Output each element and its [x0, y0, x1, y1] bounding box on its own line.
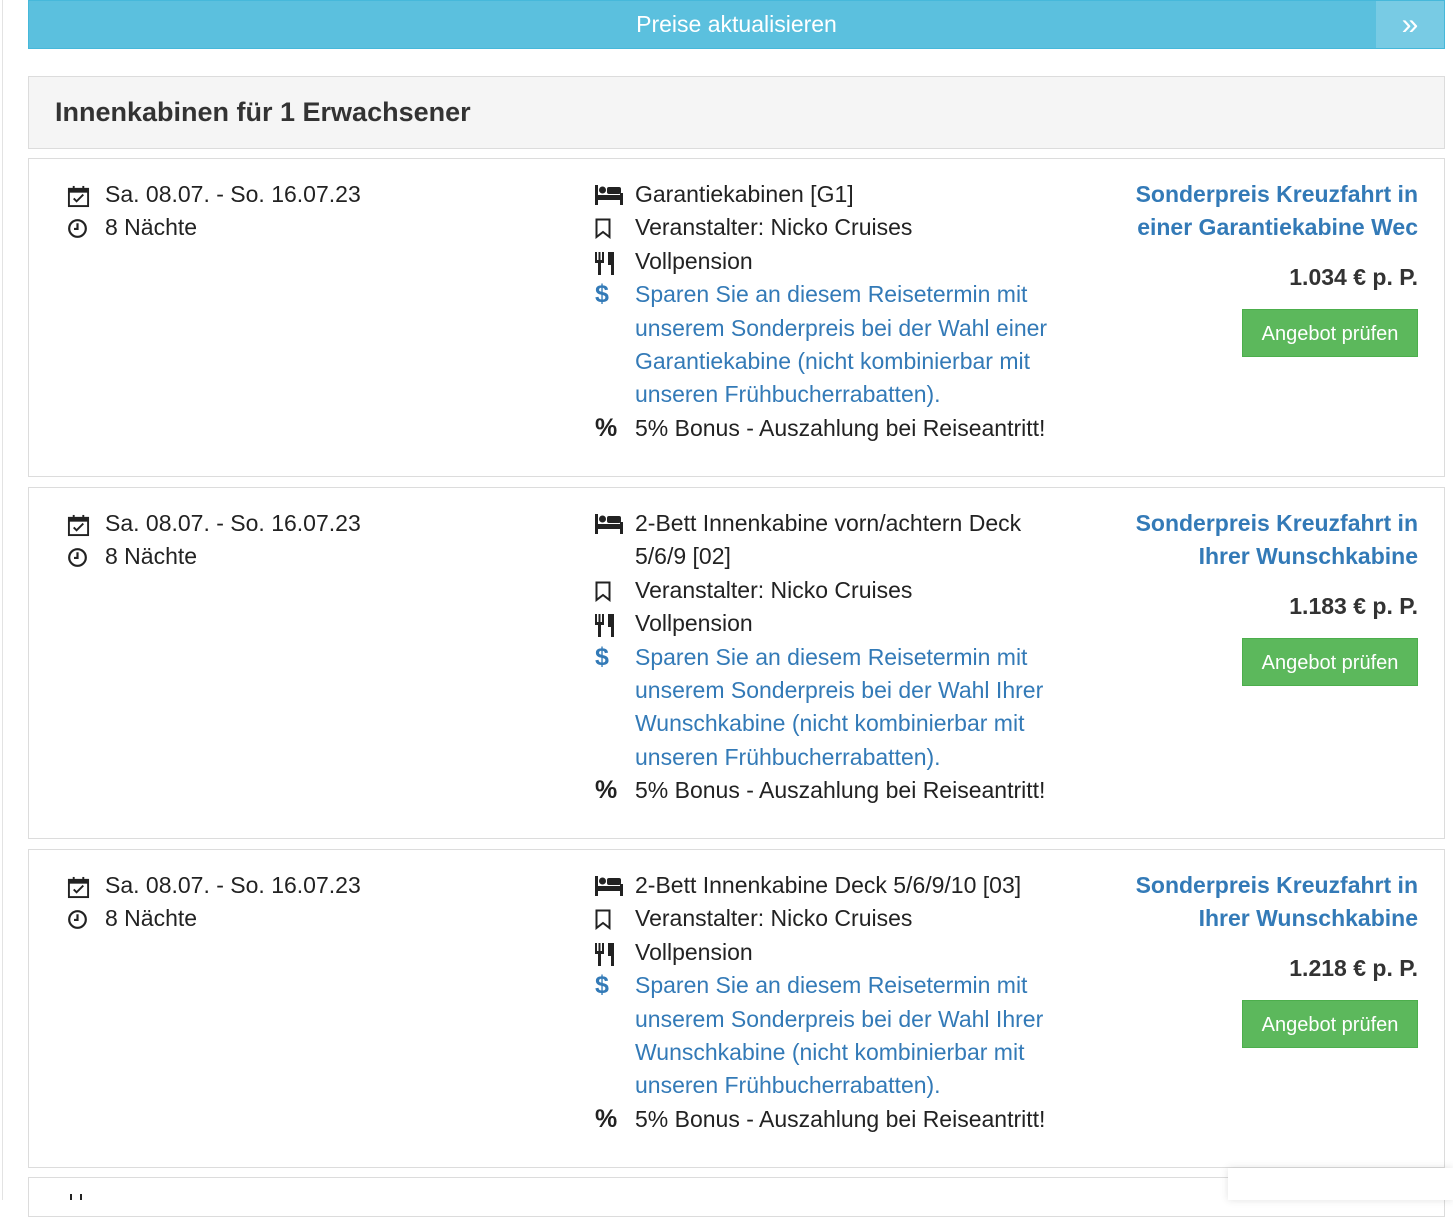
offer-title-line-1: Sonderpreis Kreuzfahrt in — [1135, 872, 1418, 898]
calendar-check-icon — [67, 178, 105, 208]
percent-icon: % — [595, 413, 618, 442]
clock-icon — [67, 211, 105, 239]
update-prices-button[interactable]: Preise aktualisieren » — [28, 0, 1445, 49]
page-left-border — [2, 0, 3, 1200]
offer-title-link[interactable]: Sonderpreis Kreuzfahrt in Ihrer Wunschka… — [1088, 869, 1418, 936]
offer-card: Sa. 08.07. - So. 16.07.23 8 Nächte Garan… — [28, 158, 1445, 477]
floating-widget-edge — [1228, 1168, 1453, 1200]
operator: Veranstalter: Nicko Cruises — [635, 576, 913, 603]
board-type: Vollpension — [635, 247, 753, 274]
bonus-note: 5% Bonus - Auszahlung bei Reiseantritt! — [635, 777, 1046, 804]
saving-note: Sparen Sie an diesem Reisetermin mit uns… — [635, 972, 1044, 1099]
offer-dates-column: Sa. 08.07. - So. 16.07.23 8 Nächte — [67, 507, 361, 574]
offer-title-line-1: Sonderpreis Kreuzfahrt in — [1135, 510, 1418, 536]
offer-title-line-2: einer Garantiekabine Wec — [1137, 214, 1418, 241]
nights-count: 8 Nächte — [105, 905, 198, 932]
offer-price: 1.218 € p. P. — [1289, 954, 1418, 981]
saving-note: Sparen Sie an diesem Reisetermin mit uns… — [635, 643, 1044, 770]
dollar-icon: $ — [595, 642, 609, 671]
clock-icon — [67, 540, 105, 568]
bookmark-icon — [595, 902, 635, 931]
offer-price-column: Sonderpreis Kreuzfahrt in Ihrer Wunschka… — [1088, 869, 1418, 1048]
operator: Veranstalter: Nicko Cruises — [635, 214, 913, 241]
offer-card: Sa. 08.07. - So. 16.07.23 8 Nächte 2-Bet… — [28, 487, 1445, 839]
cutlery-icon — [595, 607, 635, 638]
section-header: Innenkabinen für 1 Erwachsener — [28, 76, 1445, 149]
dollar-icon: $ — [595, 971, 609, 1000]
travel-dates: Sa. 08.07. - So. 16.07.23 — [105, 872, 361, 898]
offer-price-column: Sonderpreis Kreuzfahrt in Ihrer Wunschka… — [1088, 507, 1418, 686]
bookmark-icon — [595, 574, 635, 602]
offer-title-line-2: Ihrer Wunschkabine — [1198, 905, 1418, 932]
cabin-type: Garantiekabinen [G1] — [635, 181, 854, 207]
bed-icon — [595, 178, 635, 205]
bonus-note: 5% Bonus - Auszahlung bei Reiseantritt! — [635, 414, 1046, 441]
nights-count: 8 Nächte — [105, 543, 198, 570]
double-chevron-right-icon[interactable]: » — [1376, 1, 1444, 48]
dollar-icon: $ — [595, 280, 609, 309]
check-offer-button[interactable]: Angebot prüfen — [1242, 999, 1418, 1048]
cutlery-icon — [595, 936, 635, 966]
offer-dates-column: Sa. 08.07. - So. 16.07.23 8 Nächte — [67, 869, 361, 936]
offer-dates-column: Sa. 08.07. - So. 16.07.23 8 Nächte — [67, 178, 361, 245]
offer-details-column: 2-Bett Innenkabine Deck 5/6/9/10 [03] Ve… — [595, 869, 1065, 1136]
offer-title-link[interactable]: Sonderpreis Kreuzfahrt in einer Garantie… — [1088, 178, 1418, 245]
check-offer-button[interactable]: Angebot prüfen — [1242, 637, 1418, 686]
clock-icon — [67, 902, 105, 930]
update-prices-label: Preise aktualisieren — [636, 11, 837, 37]
bookmark-icon — [595, 211, 635, 240]
bonus-note: 5% Bonus - Auszahlung bei Reiseantritt! — [635, 1105, 1046, 1132]
travel-dates: Sa. 08.07. - So. 16.07.23 — [105, 510, 361, 536]
offer-details-column: 2-Bett Innenkabine vorn/achtern Deck 5/6… — [595, 507, 1065, 808]
cabin-type: 2-Bett Innenkabine vorn/achtern Deck 5/6… — [635, 510, 1022, 570]
calendar-check-icon — [67, 507, 105, 537]
percent-icon: % — [595, 1104, 618, 1133]
travel-dates: Sa. 08.07. - So. 16.07.23 — [105, 181, 361, 207]
calendar-check-icon — [70, 1194, 82, 1200]
nights-count: 8 Nächte — [105, 214, 198, 241]
offer-title-link[interactable]: Sonderpreis Kreuzfahrt in Ihrer Wunschka… — [1088, 507, 1418, 574]
cabin-type: 2-Bett Innenkabine Deck 5/6/9/10 [03] — [635, 872, 1022, 898]
bed-icon — [595, 507, 635, 534]
operator: Veranstalter: Nicko Cruises — [635, 905, 913, 932]
calendar-check-icon — [67, 869, 105, 899]
offer-details-column: Garantiekabinen [G1] Veranstalter: Nicko… — [595, 178, 1065, 445]
board-type: Vollpension — [635, 938, 753, 965]
bed-icon — [595, 869, 635, 896]
percent-icon: % — [595, 776, 618, 805]
cutlery-icon — [595, 245, 635, 275]
offer-title-line-2: Ihrer Wunschkabine — [1198, 543, 1418, 570]
offer-price: 1.183 € p. P. — [1289, 592, 1418, 619]
section-title: Innenkabinen für 1 Erwachsener — [55, 97, 471, 127]
saving-note: Sparen Sie an diesem Reisetermin mit uns… — [635, 281, 1048, 408]
board-type: Vollpension — [635, 610, 753, 637]
offer-price: 1.034 € p. P. — [1289, 263, 1418, 290]
check-offer-button[interactable]: Angebot prüfen — [1242, 308, 1418, 357]
offer-card: Sa. 08.07. - So. 16.07.23 8 Nächte 2-Bet… — [28, 849, 1445, 1168]
offer-price-column: Sonderpreis Kreuzfahrt in einer Garantie… — [1088, 178, 1418, 357]
offer-title-line-1: Sonderpreis Kreuzfahrt in — [1135, 181, 1418, 207]
